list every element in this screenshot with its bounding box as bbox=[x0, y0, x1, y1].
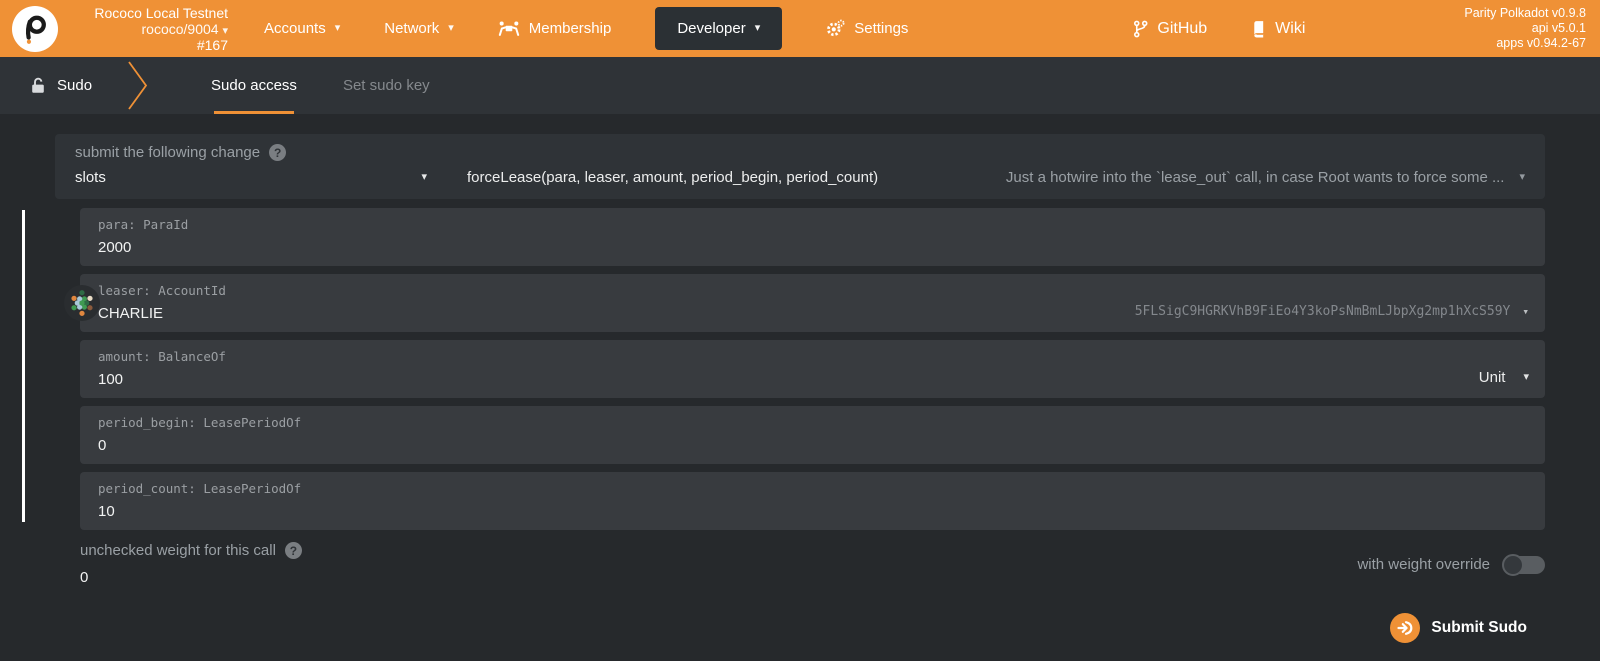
weight-override-label: with weight override bbox=[1357, 556, 1490, 573]
call-params: para: ParaId 2000 leaser: AccountId CHAR… bbox=[22, 208, 1545, 530]
weight-override-toggle[interactable] bbox=[1502, 553, 1545, 576]
book-icon bbox=[1254, 20, 1264, 37]
main-nav: Accounts ▾ Network ▾ Membership Develope… bbox=[264, 7, 908, 50]
link-wiki[interactable]: Wiki bbox=[1251, 20, 1305, 38]
weight-left: unchecked weight for this call ? 0 bbox=[80, 542, 302, 587]
extrinsic-section-label: submit the following change ? bbox=[75, 144, 1525, 161]
param-label: para: ParaId bbox=[98, 217, 189, 232]
help-icon[interactable]: ? bbox=[284, 542, 302, 559]
chain-name: Rococo Local Testnet bbox=[94, 4, 228, 21]
tab-sudo-access[interactable]: Sudo access bbox=[188, 57, 320, 114]
chevron-down-icon: ▾ bbox=[1522, 305, 1529, 318]
chevron-right-icon bbox=[128, 61, 148, 110]
nav-network[interactable]: Network ▾ bbox=[384, 20, 454, 37]
section-title-label: Sudo bbox=[57, 77, 93, 94]
chevron-down-icon: ▾ bbox=[334, 22, 341, 34]
chevron-down-icon: ▾ bbox=[448, 22, 454, 34]
nav-membership[interactable]: Membership bbox=[498, 20, 611, 37]
top-header: Rococo Local Testnet rococo/9004 ▾ #167 … bbox=[0, 0, 1600, 57]
header-links: GitHub Wiki Parity Polkadot v0.9.8 api v… bbox=[1133, 6, 1600, 51]
breadcrumb-chevron bbox=[126, 57, 150, 114]
submit-sudo-label: Submit Sudo bbox=[1431, 619, 1527, 636]
gears-icon bbox=[827, 19, 845, 37]
weight-value: 0 bbox=[80, 569, 89, 586]
param-para-field[interactable]: para: ParaId 2000 bbox=[80, 208, 1545, 266]
extrinsic-row: slots ▾ forceLease(para, leaser, amount,… bbox=[75, 169, 1525, 186]
identicon-dots bbox=[71, 290, 93, 316]
weight-override-control: with weight override bbox=[1357, 553, 1545, 576]
param-amount-field[interactable]: amount: BalanceOf 100 Unit ▾ bbox=[80, 340, 1545, 398]
node-version: Parity Polkadot v0.9.8 bbox=[1464, 6, 1586, 20]
section-title: Sudo bbox=[30, 57, 92, 114]
toggle-knob bbox=[1502, 553, 1524, 576]
link-github[interactable]: GitHub bbox=[1133, 20, 1207, 38]
nav-settings[interactable]: Settings bbox=[826, 19, 908, 38]
param-period-count-field[interactable]: period_count: LeasePeriodOf 10 bbox=[80, 472, 1545, 530]
param-label: period_begin: LeasePeriodOf bbox=[98, 415, 302, 430]
polkadot-logo-icon bbox=[26, 15, 46, 44]
help-icon[interactable]: ? bbox=[269, 144, 287, 161]
code-branch-icon bbox=[1134, 20, 1148, 37]
polkadot-logo[interactable] bbox=[12, 5, 58, 52]
submit-row: Submit Sudo bbox=[55, 613, 1545, 643]
chevron-down-icon: ▾ bbox=[1519, 171, 1525, 183]
method-help-dropdown[interactable]: Just a hotwire into the `lease_out` call… bbox=[1006, 169, 1525, 186]
tab-bar: Sudo Sudo access Set sudo key bbox=[0, 57, 1600, 114]
param-period-begin-field[interactable]: period_begin: LeasePeriodOf 0 bbox=[80, 406, 1545, 464]
param-label: period_count: LeasePeriodOf bbox=[98, 481, 302, 496]
chevron-down-icon: ▾ bbox=[1523, 371, 1529, 383]
param-label: amount: BalanceOf bbox=[98, 349, 226, 364]
apps-version: apps v0.94.2-67 bbox=[1496, 36, 1586, 50]
chevron-down-icon: ▾ bbox=[754, 22, 761, 34]
best-block-number: #167 bbox=[196, 36, 228, 53]
method-dropdown[interactable]: forceLease(para, leaser, amount, period_… bbox=[467, 169, 878, 186]
unlock-icon bbox=[32, 77, 44, 93]
identicon-svg bbox=[71, 290, 93, 316]
param-leaser-field[interactable]: leaser: AccountId CHARLIE 5FLSigC9HGRKVh… bbox=[64, 274, 1545, 332]
param-value: 10 bbox=[98, 503, 115, 520]
account-address-dropdown[interactable]: 5FLSigC9HGRKVhB9FiEo4Y3koPsNmBmLJbpXg2mp… bbox=[1135, 304, 1529, 319]
account-identicon[interactable] bbox=[64, 285, 100, 321]
unit-dropdown[interactable]: Unit ▾ bbox=[1479, 369, 1529, 386]
api-version: api v5.0.1 bbox=[1531, 21, 1586, 35]
chain-spec-selector[interactable]: rococo/9004 ▾ bbox=[78, 21, 228, 37]
nav-accounts[interactable]: Accounts ▾ bbox=[264, 20, 340, 37]
sudo-form: submit the following change ? slots ▾ fo… bbox=[0, 114, 1600, 643]
pallet-dropdown[interactable]: slots ▾ bbox=[75, 169, 427, 186]
param-label: leaser: AccountId bbox=[98, 283, 226, 298]
chevron-down-icon: ▾ bbox=[421, 171, 427, 183]
account-address: 5FLSigC9HGRKVhB9FiEo4Y3koPsNmBmLJbpXg2mp… bbox=[1134, 304, 1511, 319]
tabs: Sudo access Set sudo key bbox=[188, 57, 453, 114]
people-carry-icon bbox=[498, 21, 519, 36]
weight-row: unchecked weight for this call ? 0 with … bbox=[80, 542, 1545, 587]
param-value: 100 bbox=[98, 371, 124, 388]
weight-label: unchecked weight for this call ? bbox=[80, 542, 302, 559]
app-root: Rococo Local Testnet rococo/9004 ▾ #167 … bbox=[0, 0, 1600, 643]
sign-in-icon bbox=[1390, 613, 1421, 643]
param-value: 2000 bbox=[98, 239, 132, 256]
submit-sudo-button[interactable]: Submit Sudo bbox=[1390, 613, 1527, 643]
nav-developer[interactable]: Developer ▾ bbox=[655, 7, 783, 50]
param-value: 0 bbox=[98, 437, 107, 454]
extrinsic-panel: submit the following change ? slots ▾ fo… bbox=[55, 134, 1545, 199]
chain-info: Rococo Local Testnet rococo/9004 ▾ #167 bbox=[78, 5, 228, 53]
chevron-down-icon: ▾ bbox=[222, 24, 228, 37]
version-info: Parity Polkadot v0.9.8 api v5.0.1 apps v… bbox=[1464, 6, 1586, 51]
tab-set-sudo-key[interactable]: Set sudo key bbox=[320, 57, 453, 114]
